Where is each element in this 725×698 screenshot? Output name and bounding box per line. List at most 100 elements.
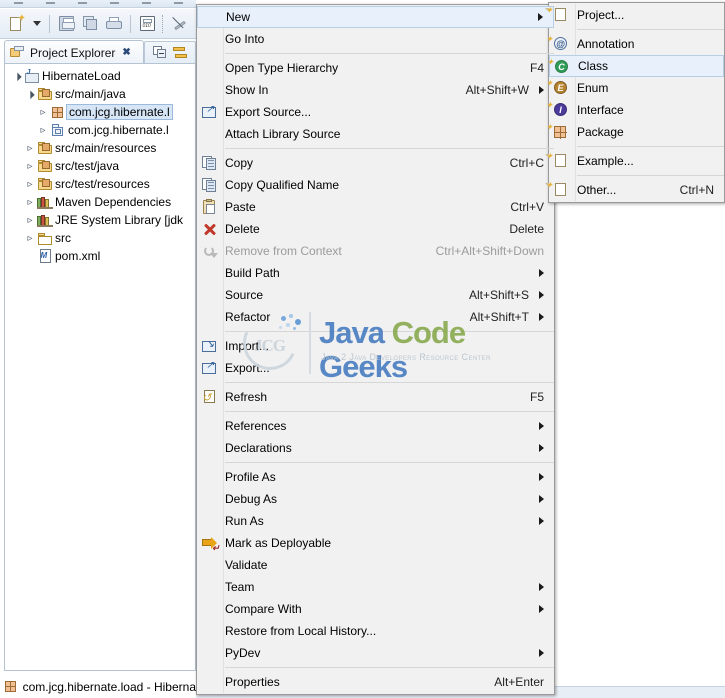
print-button[interactable] bbox=[103, 13, 125, 35]
tree-item-label: src/test/resources bbox=[55, 177, 150, 191]
new-submenu-items: ✦ Project... @ ✦ Annotation C ✦ Class E ✦ Enum I ✦ In… bbox=[545, 4, 724, 201]
submenu-arrow-icon bbox=[539, 86, 544, 94]
menu-item-references[interactable]: References bbox=[197, 415, 554, 437]
menu-item-build-path[interactable]: Build Path bbox=[197, 262, 554, 284]
menu-item-new[interactable]: New bbox=[197, 6, 554, 28]
submenu-arrow-icon bbox=[539, 495, 544, 503]
menu-item-class[interactable]: C ✦ Class bbox=[546, 55, 724, 77]
menu-item-copy-qualified-name[interactable]: Copy Qualified Name bbox=[197, 174, 554, 196]
package-icon bbox=[4, 680, 18, 693]
menu-item-label: Attach Library Source bbox=[225, 127, 341, 141]
menu-item-paste[interactable]: Paste Ctrl+V bbox=[197, 196, 554, 218]
tree-item-label: src/main/java bbox=[55, 87, 126, 101]
status-bar-text: com.jcg.hibernate.load - Hiberna bbox=[22, 679, 196, 694]
tab-project-explorer[interactable]: Project Explorer ✖ bbox=[4, 40, 144, 64]
remove-context-icon bbox=[201, 243, 218, 259]
menu-item-interface[interactable]: I ✦ Interface bbox=[545, 99, 724, 121]
menu-item-label: Restore from Local History... bbox=[225, 624, 377, 638]
binary-button[interactable]: 010 bbox=[136, 13, 158, 35]
new-wizard-icon: ✦ bbox=[9, 13, 26, 32]
menu-item-refactor[interactable]: Refactor Alt+Shift+T bbox=[197, 306, 554, 328]
menu-item-accelerator: F4 bbox=[529, 61, 544, 75]
menu-item-enum[interactable]: E ✦ Enum bbox=[545, 77, 724, 99]
tree-twisty-icon[interactable] bbox=[37, 107, 49, 118]
menu-item-show-in[interactable]: Show In Alt+Shift+W bbox=[197, 79, 554, 101]
tree-twisty-icon[interactable] bbox=[24, 143, 36, 154]
menu-item-accelerator: Ctrl+C bbox=[509, 156, 544, 170]
menu-item-compare-with[interactable]: Compare With bbox=[197, 598, 554, 620]
tree-item-src-main-java[interactable]: src/main/java bbox=[5, 85, 195, 103]
menu-item-properties[interactable]: Properties Alt+Enter bbox=[197, 671, 554, 693]
tree-twisty-icon[interactable] bbox=[24, 215, 36, 226]
tree-twisty-icon[interactable] bbox=[24, 197, 36, 208]
menu-item-validate[interactable]: Validate bbox=[197, 554, 554, 576]
menu-item-export-source[interactable]: ↗ Export Source... bbox=[197, 101, 554, 123]
menu-item-mark-as-deployable[interactable]: ↵ Mark as Deployable bbox=[197, 532, 554, 554]
menu-item-label: Team bbox=[225, 580, 255, 594]
collapse-all-icon[interactable] bbox=[152, 46, 167, 59]
menu-item-run-as[interactable]: Run As bbox=[197, 510, 554, 532]
menu-item-example[interactable]: ✦ Example... bbox=[545, 150, 724, 172]
new-submenu[interactable]: ✦ Project... @ ✦ Annotation C ✦ Class E ✦ Enum I ✦ In… bbox=[545, 2, 725, 203]
menu-item-attach-library-source[interactable]: Attach Library Source bbox=[197, 123, 554, 145]
link-with-editor-icon[interactable] bbox=[172, 46, 188, 60]
source-folder-icon bbox=[36, 177, 54, 191]
tree-twisty-icon[interactable] bbox=[11, 71, 23, 81]
new-wizard-button[interactable]: ✦ bbox=[6, 13, 28, 35]
menu-item-declarations[interactable]: Declarations bbox=[197, 437, 554, 459]
library-icon bbox=[36, 196, 54, 209]
menu-item-source[interactable]: Source Alt+Shift+S bbox=[197, 284, 554, 306]
menu-item-open-type-hierarchy[interactable]: Open Type Hierarchy F4 bbox=[197, 57, 554, 79]
tree-item-com-jcg-hibernate-l[interactable]: com.jcg.hibernate.l bbox=[5, 121, 195, 139]
close-icon[interactable]: ✖ bbox=[122, 47, 130, 58]
tree-item-maven-dependencies[interactable]: Maven Dependencies bbox=[5, 193, 195, 211]
save-all-icon bbox=[82, 16, 98, 31]
tree-item-label: com.jcg.hibernate.l bbox=[66, 104, 173, 120]
menu-item-label: Package bbox=[577, 125, 624, 139]
menu-item-import[interactable]: ↘ Import... bbox=[197, 335, 554, 357]
tree-twisty-icon[interactable] bbox=[24, 233, 36, 244]
menu-item-profile-as[interactable]: Profile As bbox=[197, 466, 554, 488]
tree-item-src[interactable]: src bbox=[5, 229, 195, 247]
save-all-button[interactable] bbox=[79, 13, 101, 35]
project-tree-panel[interactable]: JHibernateLoad src/main/java com.jcg.hiber… bbox=[4, 63, 196, 671]
skip-breakpoints-button[interactable] bbox=[169, 13, 191, 35]
tree-twisty-icon[interactable] bbox=[24, 179, 36, 190]
submenu-arrow-icon bbox=[539, 583, 544, 591]
menu-item-team[interactable]: Team bbox=[197, 576, 554, 598]
tree-twisty-icon[interactable] bbox=[24, 89, 36, 99]
menu-item-pydev[interactable]: PyDev bbox=[197, 642, 554, 664]
menu-item-restore-from-local-history[interactable]: Restore from Local History... bbox=[197, 620, 554, 642]
toolbar-separator-3 bbox=[162, 14, 165, 33]
tree-item-hibernateload[interactable]: JHibernateLoad bbox=[5, 67, 195, 85]
tree-item-pom-xml[interactable]: Mpom.xml bbox=[5, 247, 195, 265]
menu-item-package[interactable]: ✦ Package bbox=[545, 121, 724, 143]
new-wizard-dropdown-button[interactable] bbox=[30, 13, 44, 35]
tree-twisty-icon[interactable] bbox=[37, 125, 49, 136]
menu-item-label: Import... bbox=[225, 339, 270, 353]
save-button[interactable] bbox=[55, 13, 77, 35]
tree-item-src-main-resources[interactable]: src/main/resources bbox=[5, 139, 195, 157]
menu-item-label: Refactor bbox=[225, 310, 271, 324]
menu-item-other[interactable]: ✦ Other... Ctrl+N bbox=[545, 179, 724, 201]
menu-item-copy[interactable]: Copy Ctrl+C bbox=[197, 152, 554, 174]
menu-item-debug-as[interactable]: Debug As bbox=[197, 488, 554, 510]
menu-item-label: Properties bbox=[225, 675, 280, 689]
tree-twisty-icon[interactable] bbox=[24, 161, 36, 172]
menu-separator bbox=[225, 148, 554, 149]
tree-item-src-test-resources[interactable]: src/test/resources bbox=[5, 175, 195, 193]
source-folder-icon bbox=[36, 141, 54, 155]
library-icon bbox=[36, 214, 54, 227]
menu-item-annotation[interactable]: @ ✦ Annotation bbox=[545, 33, 724, 55]
context-menu[interactable]: New Go Into Open Type Hierarchy F4 Show In Al… bbox=[196, 4, 555, 695]
menu-item-accelerator: Delete bbox=[509, 222, 544, 236]
menu-item-project[interactable]: ✦ Project... bbox=[545, 4, 724, 26]
save-icon bbox=[58, 16, 75, 31]
tree-item-com-jcg-hibernate-l[interactable]: com.jcg.hibernate.l bbox=[5, 103, 195, 121]
menu-item-export[interactable]: ↗ Export... bbox=[197, 357, 554, 379]
menu-item-delete[interactable]: Delete Delete bbox=[197, 218, 554, 240]
tree-item-jre-system-library-jdk[interactable]: JRE System Library [jdk bbox=[5, 211, 195, 229]
tree-item-src-test-java[interactable]: src/test/java bbox=[5, 157, 195, 175]
menu-item-refresh[interactable]: ↺ Refresh F5 bbox=[197, 386, 554, 408]
menu-item-go-into[interactable]: Go Into bbox=[197, 28, 554, 50]
